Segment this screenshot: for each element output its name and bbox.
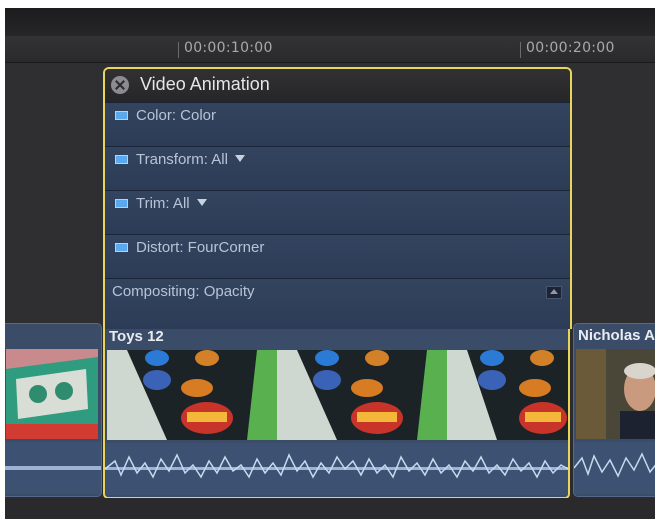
animation-lane-transform[interactable]: Transform: All (105, 146, 570, 190)
clip-left[interactable] (5, 323, 102, 497)
clip-filmstrip (107, 350, 568, 440)
clip-audio-waveform (105, 443, 568, 495)
ruler-timecode: 00:00:20:00 (526, 40, 615, 56)
animation-lane-label: Trim: All (136, 195, 190, 212)
clip-filmstrip (576, 349, 655, 439)
ruler-tick (520, 42, 521, 58)
animation-lane-distort[interactable]: Distort: FourCorner (105, 234, 570, 278)
timeline-toolbar-strip (5, 8, 655, 37)
timeline-window: 00:00:10:00 00:00:20:00 Toys 12 Nicholas… (5, 8, 655, 519)
timeline-ruler[interactable]: 00:00:10:00 00:00:20:00 (5, 36, 655, 63)
video-animation-header: Video Animation (105, 69, 570, 102)
clip-audio-waveform (5, 442, 101, 494)
animation-lane-label: Color: Color (136, 107, 217, 124)
clip-thumbnail (576, 349, 655, 439)
clip-thumbnail (447, 350, 568, 440)
triangle-down-icon[interactable] (196, 199, 207, 206)
animation-lane-compositing[interactable]: Compositing: Opacity (105, 278, 570, 329)
triangle-down-icon[interactable] (234, 155, 245, 162)
timeline-bottom-strip (5, 498, 655, 519)
animation-lane-icon (115, 199, 128, 208)
close-icon[interactable] (111, 76, 129, 94)
animation-lane-label-wrap: Trim: All (136, 195, 207, 212)
animation-lane-label: Compositing: Opacity (112, 283, 255, 300)
collapse-icon[interactable] (546, 286, 562, 299)
clip-thumbnail (107, 350, 277, 440)
clip-right[interactable]: Nicholas A (573, 323, 655, 497)
ruler-tick (178, 42, 179, 58)
clip-filmstrip (6, 349, 98, 439)
animation-lane-icon (115, 155, 128, 164)
animation-lane-label: Distort: FourCorner (136, 239, 265, 256)
video-animation-editor[interactable]: Video Animation Color: Color Transform: … (103, 67, 572, 329)
clip-thumbnail (277, 350, 447, 440)
animation-lane-icon (115, 111, 128, 120)
clip-selected[interactable]: Toys 12 (103, 323, 570, 499)
ruler-timecode: 00:00:10:00 (184, 40, 273, 56)
primary-storyline: Toys 12 Nicholas A (5, 323, 655, 499)
animation-lane-label-wrap: Transform: All (136, 151, 245, 168)
clip-name: Toys 12 (109, 328, 164, 345)
video-animation-title: Video Animation (140, 74, 270, 94)
clip-audio-waveform (574, 442, 655, 494)
animation-lane-icon (115, 243, 128, 252)
animation-lane-label: Transform: All (136, 151, 228, 168)
clip-name: Nicholas A (578, 327, 655, 344)
clip-thumbnail (6, 349, 98, 439)
animation-lane-trim[interactable]: Trim: All (105, 190, 570, 234)
animation-lane-color[interactable]: Color: Color (105, 102, 570, 146)
